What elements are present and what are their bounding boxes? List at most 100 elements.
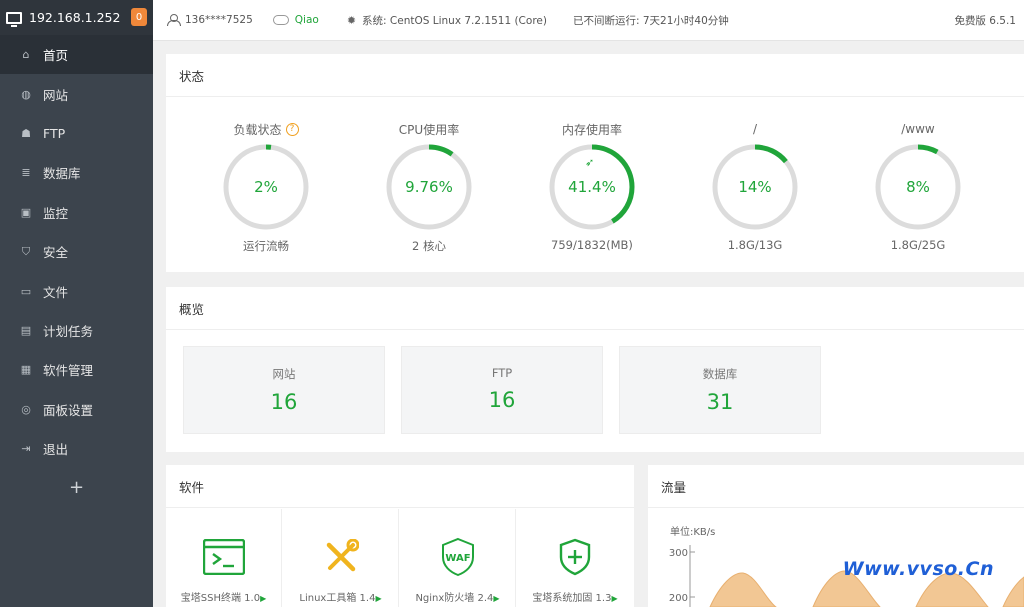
add-shortcut-button[interactable]: + — [0, 468, 153, 506]
overview-card-ftp[interactable]: FTP 16 — [401, 346, 603, 434]
software-item-ssh[interactable]: 宝塔SSH终端 1.0▶ — [166, 509, 282, 607]
software-name: 宝塔SSH终端 1.0▶ — [180, 593, 267, 604]
traffic-chart: 300 200 — [669, 545, 1024, 607]
user-phone: 136****7525 — [185, 14, 253, 26]
sidebar-item-settings[interactable]: ◎ 面板设置 — [0, 390, 153, 429]
gauge-title-text: 负载状态 — [233, 122, 282, 137]
sidebar-item-monitor[interactable]: ▣ 监控 — [0, 193, 153, 232]
uptime-text: 已不间断运行: 7天21小时40分钟 — [572, 14, 729, 27]
system-info: ✹ 系统: CentOS Linux 7.2.1511 (Core) — [347, 13, 547, 28]
sidebar-item-database[interactable]: ≣ 数据库 — [0, 153, 153, 192]
shield-icon: ⛉ — [21, 244, 31, 258]
sidebar-item-files[interactable]: ▭ 文件 — [0, 271, 153, 310]
y-tick: 300 — [669, 548, 688, 559]
gauge-title: 负载状态? — [196, 120, 336, 138]
gauge-title-text: / — [752, 122, 758, 136]
software-name: 宝塔系统加固 1.3▶ — [532, 593, 618, 604]
sidebar-item-software[interactable]: ▦ 软件管理 — [0, 350, 153, 389]
gauge-ring[interactable]: 14% — [710, 142, 800, 232]
gauge-title-text: CPU使用率 — [398, 122, 460, 137]
monitor-icon: ▣ — [20, 205, 32, 219]
sidebar-item-website[interactable]: ◍ 网站 — [0, 74, 153, 113]
notification-badge[interactable]: 0 — [131, 8, 147, 26]
gauge-value: 9.76% — [405, 178, 453, 196]
overview-card-website[interactable]: 网站 16 — [183, 346, 385, 434]
sidebar-item-home[interactable]: ⌂ 首页 — [0, 35, 153, 75]
sidebar-item-label: 数据库 — [43, 166, 81, 182]
gauge-value: 14% — [738, 178, 772, 196]
gauge-ring[interactable]: 9.76% — [384, 142, 474, 232]
user-info[interactable]: 136****7525 — [167, 14, 253, 26]
software-item-hardening[interactable]: 宝塔系统加固 1.3▶ — [517, 509, 633, 607]
terminal-icon — [202, 535, 246, 579]
status-panel: 状态 负载状态? 2% 运行流畅 CPU使用率 9.76% 2 核心 内存使用率 ➶ 41.4%… — [166, 54, 1024, 272]
server-header[interactable]: 192.168.1.252 0 — [0, 0, 153, 35]
home-icon: ⌂ — [22, 48, 30, 62]
sidebar: 192.168.1.252 0 ⌂ 首页 ◍ 网站 ☗ FTP ≣ 数据库 ▣ 监控 ⛉ 安… — [0, 0, 153, 607]
sidebar-item-label: 计划任务 — [43, 323, 94, 339]
watermark: Www.vvso.Cn — [842, 558, 994, 580]
system-text: 系统: CentOS Linux 7.2.1511 (Core) — [362, 14, 547, 27]
traffic-area — [709, 572, 777, 607]
sidebar-item-cron[interactable]: ▤ 计划任务 — [0, 311, 153, 350]
tools-icon — [319, 535, 363, 579]
gauge-subtext: 运行流畅 — [243, 239, 289, 253]
grid-icon: ▦ — [20, 363, 32, 377]
database-icon: ≣ — [21, 166, 31, 180]
gauge-subtext: 2 核心 — [412, 239, 446, 253]
gauge-value: 41.4% — [568, 178, 616, 196]
sidebar-item-logout[interactable]: ⇥ 退出 — [0, 429, 153, 468]
shield-plus-icon — [553, 535, 597, 579]
sidebar-item-label: 监控 — [43, 205, 69, 221]
gauge-subtext: 1.8G/13G — [727, 238, 783, 252]
gauge-title: / — [685, 120, 825, 138]
gear-icon: ✹ — [346, 13, 357, 27]
logout-icon: ⇥ — [21, 442, 31, 456]
help-icon[interactable]: ? — [285, 122, 299, 136]
sidebar-item-label: FTP — [43, 125, 66, 141]
calendar-icon: ▤ — [20, 323, 32, 337]
version-text[interactable]: 免费版 6.5.1 — [954, 13, 1016, 28]
gauge-title: CPU使用率 — [359, 120, 499, 138]
cloud-user: Qiao — [294, 14, 319, 26]
gauge-cpu: CPU使用率 9.76% 2 核心 — [359, 120, 499, 254]
sidebar-item-label: 面板设置 — [43, 402, 94, 418]
monitor-icon — [6, 11, 22, 27]
overview-card-database[interactable]: 数据库 31 — [619, 346, 821, 434]
sidebar-item-label: 退出 — [43, 442, 69, 458]
user-icon — [167, 14, 181, 26]
software-item-toolbox[interactable]: Linux工具箱 1.4▶ — [283, 509, 399, 607]
sidebar-item-ftp[interactable]: ☗ FTP — [0, 114, 153, 153]
status-title: 状态 — [166, 54, 1024, 97]
software-panel: 软件 宝塔SSH终端 1.0▶ Linux工具箱 1.4▶ WAF Nginx防… — [166, 465, 634, 607]
sidebar-item-label: 文件 — [43, 284, 69, 300]
software-item-waf[interactable]: WAF Nginx防火墙 2.4▶ — [400, 509, 516, 607]
y-tick: 200 — [669, 593, 688, 604]
overview-title: 概览 — [166, 287, 1024, 330]
nav-menu: ⌂ 首页 ◍ 网站 ☗ FTP ≣ 数据库 ▣ 监控 ⛉ 安全 ▭ 文件 ▤ 计划任务 ▦ 软件管… — [0, 35, 153, 468]
gauge-load: 负载状态? 2% 运行流畅 — [196, 120, 336, 254]
traffic-area — [1002, 576, 1024, 607]
sidebar-item-label: 首页 — [43, 48, 69, 64]
ftp-icon: ☗ — [21, 126, 31, 140]
gauge-ring[interactable]: 8% — [873, 142, 963, 232]
gauge-disk-www: /www 8% 1.8G/25G — [848, 120, 988, 252]
sidebar-item-security[interactable]: ⛉ 安全 — [0, 232, 153, 271]
software-name: Nginx防火墙 2.4▶ — [415, 593, 500, 604]
overview-value: 16 — [488, 388, 516, 412]
overview-label: FTP — [491, 366, 513, 380]
gauge-ring[interactable]: 2% — [221, 142, 311, 232]
folder-icon: ▭ — [20, 284, 32, 298]
overview-value: 31 — [706, 390, 734, 414]
cloud-account[interactable]: Qiao — [272, 14, 319, 26]
waf-icon: WAF — [436, 535, 480, 579]
gauge-subtext: 759/1832(MB) — [551, 238, 633, 252]
globe-icon: ◍ — [21, 87, 31, 101]
gauge-title: /www — [848, 120, 988, 138]
gauge-disk-root: / 14% 1.8G/13G — [685, 120, 825, 252]
sidebar-item-label: 网站 — [43, 87, 69, 103]
gauge-title-text: /www — [901, 122, 935, 136]
software-title: 软件 — [166, 465, 634, 508]
settings-icon: ◎ — [21, 402, 31, 416]
gauge-ring[interactable]: ➶ 41.4% — [547, 142, 637, 232]
